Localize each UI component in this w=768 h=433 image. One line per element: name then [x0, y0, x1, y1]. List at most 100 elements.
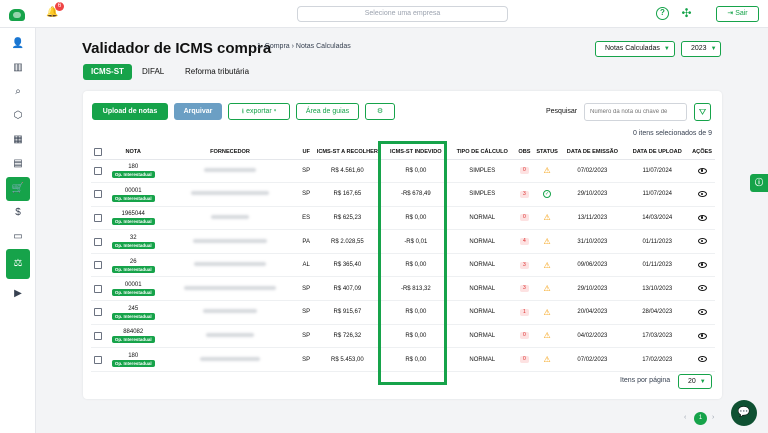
- year-select[interactable]: 2023 ▼: [681, 41, 721, 57]
- indevido-cell: -R$ 678,49: [381, 182, 451, 207]
- eye-icon[interactable]: [697, 214, 707, 221]
- eye-icon[interactable]: [697, 167, 707, 174]
- card-icon[interactable]: ▭: [6, 225, 30, 249]
- warning-icon: ⚠: [543, 166, 551, 176]
- settings-button[interactable]: ⚙: [365, 103, 395, 120]
- pager-prev-icon[interactable]: ‹: [684, 414, 686, 421]
- box-icon[interactable]: ⬡: [6, 104, 30, 128]
- eye-icon[interactable]: [697, 356, 707, 363]
- table-row[interactable]: 00001 Op. Interestadual SP R$ 407,09 -R$ 813…: [91, 276, 715, 302]
- row-checkbox[interactable]: [94, 355, 103, 364]
- uf-cell: SP: [298, 182, 314, 207]
- archive-button[interactable]: Arquivar: [174, 103, 222, 120]
- op-badge: Op. Interestadual: [111, 360, 155, 368]
- tab-icms-st[interactable]: ICMS-ST: [83, 64, 132, 80]
- eye-icon[interactable]: [697, 309, 707, 316]
- header-data-upload: DATA DE UPLOAD: [625, 145, 690, 160]
- tab-difal[interactable]: DIFAL: [142, 64, 164, 80]
- obs-badge[interactable]: 0: [519, 356, 529, 364]
- op-badge: Op. Interestadual: [111, 242, 155, 250]
- eye-icon[interactable]: [697, 332, 707, 339]
- info-icon[interactable]: ⓘ: [750, 174, 768, 192]
- export-button[interactable]: ⭳ exportar ▾: [228, 103, 290, 120]
- obs-badge[interactable]: 0: [519, 214, 529, 222]
- eye-icon[interactable]: [697, 191, 707, 198]
- download-icon: ⭳: [241, 108, 245, 115]
- dollar-icon[interactable]: $: [6, 201, 30, 225]
- app-logo-icon[interactable]: [9, 9, 25, 21]
- row-checkbox[interactable]: [94, 308, 103, 317]
- fornecedor-blurred: [192, 238, 267, 243]
- obs-badge[interactable]: 4: [519, 238, 529, 246]
- top-bar: 🔔 6 Selecione uma empresa ? ✣ ⇥ Sair: [0, 0, 768, 28]
- search-input[interactable]: [584, 103, 687, 121]
- eye-icon[interactable]: [697, 238, 707, 245]
- obs-badge[interactable]: 3: [519, 190, 529, 198]
- indevido-cell: -R$ 0,01: [381, 229, 451, 254]
- pager-next-icon[interactable]: ›: [712, 414, 714, 421]
- upload-button[interactable]: Upload de notas: [92, 103, 168, 120]
- per-page-value: 20: [688, 378, 696, 385]
- row-checkbox[interactable]: [94, 331, 103, 340]
- row-checkbox[interactable]: [94, 284, 103, 293]
- bell-icon[interactable]: 🔔: [46, 8, 58, 18]
- row-checkbox[interactable]: [94, 261, 103, 270]
- notas-select[interactable]: Notas Calculadas ▼: [595, 41, 675, 57]
- guides-button[interactable]: Área de guias: [296, 103, 359, 120]
- select-all-checkbox[interactable]: [94, 147, 103, 156]
- tab-reforma-tributaria[interactable]: Reforma tributária: [185, 64, 249, 80]
- obs-badge[interactable]: 0: [519, 332, 529, 340]
- pager-current-page[interactable]: 1: [694, 412, 707, 425]
- table-row[interactable]: 245 Op. Interestadual SP R$ 915,67 R$ 0,00 NO…: [91, 300, 715, 325]
- recolher-cell: R$ 915,67: [313, 300, 382, 325]
- user-icon[interactable]: 👤: [6, 32, 30, 56]
- acoes-cell: [689, 253, 715, 278]
- table-row[interactable]: 00001 Op. Interestadual SP R$ 167,65 -R$ 678…: [91, 182, 715, 207]
- row-checkbox[interactable]: [94, 213, 103, 222]
- acoes-cell: [689, 276, 715, 302]
- op-badge: Op. Interestadual: [111, 312, 155, 320]
- nota-cell: 26 Op. Interestadual: [105, 253, 161, 278]
- help-icon[interactable]: ?: [656, 7, 669, 20]
- warning-icon: ⚠: [543, 237, 551, 247]
- obs-cell: 0: [514, 324, 535, 349]
- per-page-select[interactable]: 20 ▼: [678, 374, 712, 389]
- row-checkbox[interactable]: [94, 237, 103, 246]
- emissao-cell: 29/10/2023: [559, 182, 626, 207]
- eye-icon[interactable]: [697, 261, 707, 268]
- play-icon[interactable]: ▶: [6, 282, 30, 306]
- upload-cell: 01/11/2023: [625, 229, 690, 254]
- cart-icon[interactable]: 🛒: [6, 177, 30, 201]
- table-row[interactable]: 26 Op. Interestadual AL R$ 365,40 R$ 0,00 NOR…: [91, 253, 715, 278]
- search-icon[interactable]: ⌕: [6, 80, 30, 104]
- table-row[interactable]: 32 Op. Interestadual PA R$ 2.028,55 -R$ 0,01…: [91, 229, 715, 254]
- table-row[interactable]: 884082 Op. Interestadual SP R$ 726,32 R$ 0,0…: [91, 324, 715, 349]
- eye-icon[interactable]: [697, 285, 707, 292]
- row-select-cell: [91, 206, 106, 231]
- calculator-icon[interactable]: ▦: [6, 128, 30, 152]
- chat-icon[interactable]: 💬: [731, 400, 757, 426]
- row-checkbox[interactable]: [94, 166, 103, 175]
- company-select[interactable]: Selecione uma empresa: [297, 6, 508, 22]
- indevido-cell: R$ 0,00: [381, 324, 451, 349]
- puzzle-icon[interactable]: ✣: [680, 7, 693, 20]
- obs-badge[interactable]: 1: [519, 308, 529, 316]
- obs-badge[interactable]: 3: [519, 285, 529, 293]
- table-row[interactable]: 180 Op. Interestadual SP R$ 5.453,00 R$ 0,00…: [91, 347, 715, 372]
- obs-badge[interactable]: 0: [519, 167, 529, 175]
- indevido-cell: R$ 0,00: [381, 300, 451, 325]
- building-icon[interactable]: ▥: [6, 56, 30, 80]
- tax-icon[interactable]: ⚖: [6, 249, 30, 279]
- emissao-cell: 13/11/2023: [559, 206, 626, 231]
- op-badge: Op. Interestadual: [111, 171, 155, 179]
- filter-button[interactable]: ⛛: [694, 103, 711, 121]
- row-select-cell: [91, 324, 106, 349]
- emissao-cell: 07/02/2023: [559, 347, 626, 372]
- document-icon[interactable]: ▤: [6, 152, 30, 176]
- logout-button[interactable]: ⇥ Sair: [716, 6, 759, 22]
- table-row[interactable]: 1965044 Op. Interestadual ES R$ 625,23 R$ 0,…: [91, 206, 715, 231]
- row-checkbox[interactable]: [94, 190, 103, 199]
- obs-badge[interactable]: 3: [519, 261, 529, 269]
- table-row[interactable]: 180 Op. Interestadual SP R$ 4.561,60 R$ 0,00…: [91, 159, 715, 184]
- indevido-cell: R$ 0,00: [381, 347, 451, 372]
